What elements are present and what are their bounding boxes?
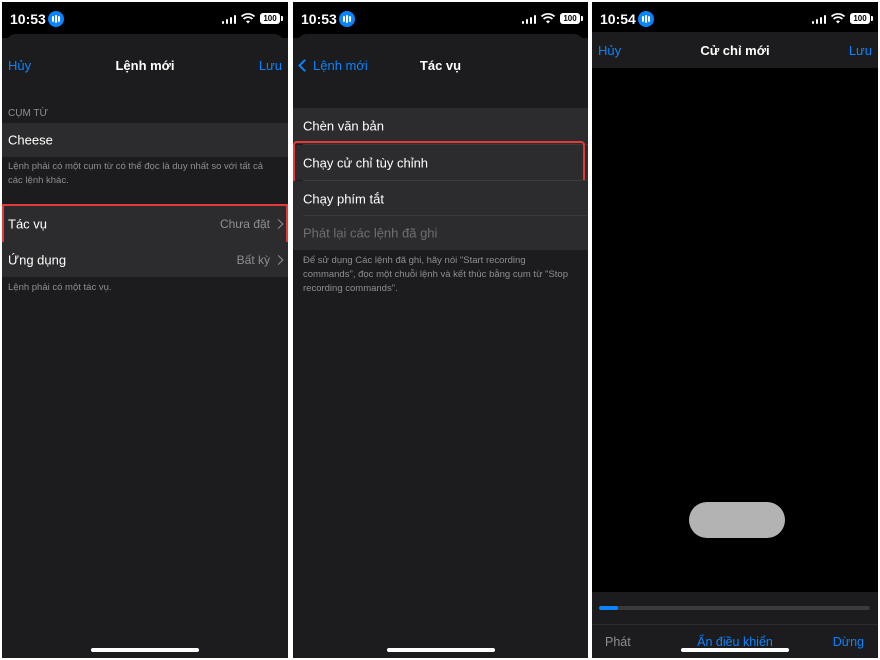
cancel-button[interactable]: Hủy — [598, 43, 621, 58]
status-time: 10:53 — [10, 11, 46, 27]
navigation-bar: Hủy Cử chỉ mới Lưu — [592, 32, 878, 68]
cancel-button[interactable]: Hủy — [8, 58, 31, 73]
touch-point — [689, 502, 785, 538]
action-option-shortcut[interactable]: Chạy phím tắt — [293, 181, 588, 216]
home-indicator — [91, 648, 199, 652]
voice-control-icon — [48, 11, 64, 27]
application-row[interactable]: Ứng dụng Bất kỳ — [2, 242, 288, 277]
navigation-bar: Lệnh mới Tác vụ — [293, 46, 588, 86]
voice-control-icon — [339, 11, 355, 27]
home-indicator — [386, 648, 495, 652]
application-value: Bất kỳ — [236, 252, 270, 267]
gesture-canvas[interactable] — [592, 68, 878, 592]
battery-icon: 100 — [850, 13, 873, 24]
back-button[interactable]: Lệnh mới — [313, 58, 368, 73]
voice-control-icon — [638, 11, 654, 27]
wifi-icon — [831, 13, 845, 24]
action-picker-screen: 10:53 100 Lệnh mới Tác vụ Chèn văn bản C… — [293, 2, 588, 658]
gesture-progress-bar[interactable] — [599, 606, 870, 610]
option-label: Chèn văn bản — [303, 118, 384, 134]
page-title: Cử chỉ mới — [700, 43, 770, 58]
navigation-bar: Hủy Lệnh mới Lưu — [2, 46, 288, 86]
new-gesture-screen: 10:54 100 Hủy Cử chỉ mới Lưu Phát Ẩn điề… — [592, 2, 878, 658]
phrase-footnote: Lệnh phải có một cụm từ có thể đọc là du… — [8, 161, 263, 186]
chevron-left-icon[interactable] — [298, 59, 311, 72]
wifi-icon — [241, 13, 255, 24]
phrase-value: Cheese — [8, 132, 53, 148]
stop-button[interactable]: Dừng — [833, 635, 864, 649]
page-title: Lệnh mới — [115, 58, 175, 73]
action-footnote: Lệnh phải có một tác vụ. — [8, 282, 112, 293]
battery-icon: 100 — [560, 13, 583, 24]
action-option-insert-text[interactable]: Chèn văn bản — [293, 108, 588, 144]
cellular-signal-icon — [812, 14, 826, 24]
status-bar: 10:53 100 — [293, 2, 588, 38]
save-button[interactable]: Lưu — [849, 43, 872, 58]
new-command-screen: 10:53 100 Hủy Lệnh mới Lưu CỤM TỪ Cheese… — [2, 2, 288, 658]
wifi-icon — [541, 13, 555, 24]
phrase-section-header: CỤM TỪ — [8, 108, 49, 119]
battery-icon: 100 — [260, 13, 283, 24]
progress-fill — [599, 606, 618, 610]
status-time: 10:53 — [301, 11, 337, 27]
status-time: 10:54 — [600, 11, 636, 27]
highlight-box — [2, 204, 288, 244]
home-indicator — [681, 648, 789, 652]
save-button[interactable]: Lưu — [259, 58, 282, 73]
cellular-signal-icon — [222, 14, 236, 24]
play-button[interactable]: Phát — [605, 635, 631, 649]
highlight-box — [293, 141, 585, 184]
status-bar: 10:53 100 — [2, 2, 288, 38]
application-label: Ứng dụng — [8, 252, 67, 267]
action-option-playback-recorded: Phát lại các lệnh đã ghi — [293, 216, 588, 250]
phrase-field[interactable]: Cheese — [2, 123, 288, 157]
cellular-signal-icon — [522, 14, 536, 24]
chevron-right-icon — [273, 254, 284, 265]
option-label: Phát lại các lệnh đã ghi — [303, 225, 438, 241]
recorded-commands-footnote: Để sử dụng Các lệnh đã ghi, hãy nói "Sta… — [303, 255, 568, 294]
option-label: Chạy phím tắt — [303, 191, 384, 206]
